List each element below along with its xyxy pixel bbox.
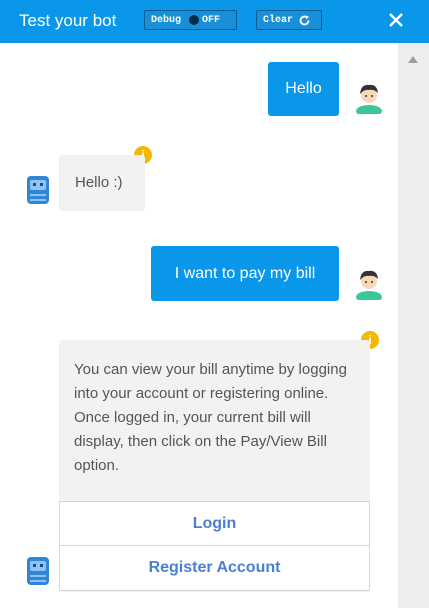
user-message-text: Hello: [285, 80, 322, 97]
scroll-up-arrow-icon[interactable]: [408, 56, 418, 63]
user-message-bubble: I want to pay my bill: [151, 246, 339, 301]
debug-label: Debug: [151, 14, 182, 26]
register-account-button[interactable]: Register Account: [59, 546, 370, 591]
user-message-bubble: Hello: [268, 62, 339, 116]
bot-message-text: Hello :): [75, 174, 123, 191]
clear-label: Clear: [263, 14, 294, 26]
header-title: Test your bot: [19, 11, 117, 30]
bot-card-text: You can view your bill anytime by loggin…: [74, 361, 347, 474]
bot-message-bubble: Hello :): [59, 155, 145, 211]
toggle-knob-icon: [189, 15, 200, 25]
debug-toggle[interactable]: Debug OFF: [144, 10, 237, 30]
user-message-text: I want to pay my bill: [174, 264, 316, 282]
bot-card: You can view your bill anytime by loggin…: [59, 340, 370, 592]
refresh-icon: [299, 14, 310, 25]
bot-avatar-icon: [27, 176, 49, 204]
login-button[interactable]: Login: [59, 501, 370, 546]
register-account-button-label: Register Account: [148, 559, 281, 576]
debug-state: OFF: [202, 14, 221, 26]
chat-header: Test your bot Debug OFF Clear: [0, 0, 429, 43]
close-button[interactable]: [384, 6, 408, 34]
chat-scrollbar[interactable]: [398, 43, 429, 608]
login-button-label: Login: [192, 514, 237, 532]
user-avatar-icon: [356, 270, 382, 300]
bot-avatar-icon: [27, 557, 49, 585]
clear-button[interactable]: Clear: [256, 10, 322, 30]
close-icon: [389, 13, 403, 27]
user-avatar-icon: [356, 84, 382, 114]
